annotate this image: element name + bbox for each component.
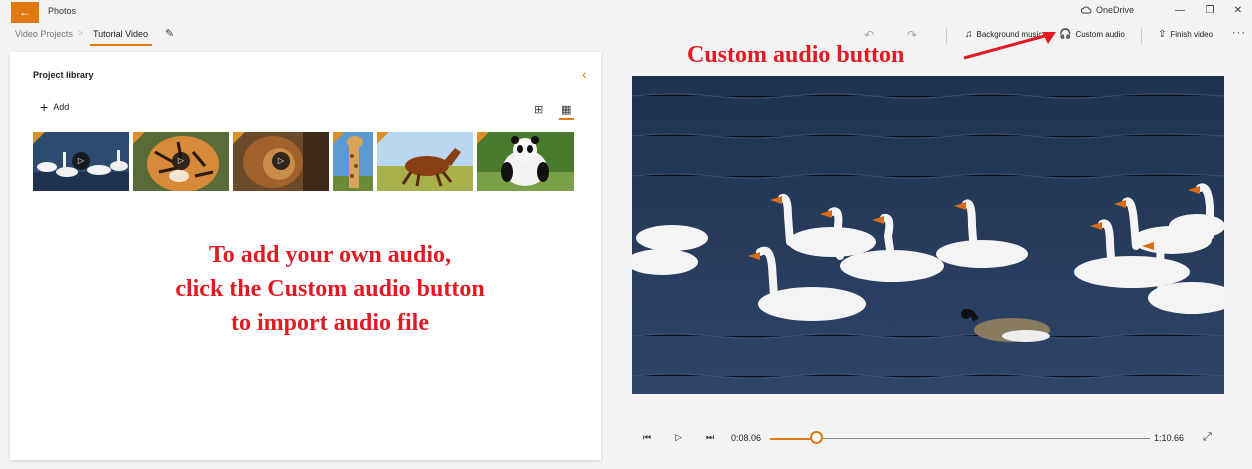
skip-back-icon[interactable]: ⏮ — [643, 432, 651, 443]
instruction-annotation: To add your own audio, click the Custom … — [130, 238, 530, 340]
horse-image — [377, 132, 473, 191]
current-time: 0:08.06 — [731, 433, 762, 443]
title-bar: ← Photos OneDrive — ❐ ✕ — [0, 0, 1252, 24]
share-export-icon: ⇪ — [1158, 29, 1167, 40]
project-library-title: Project library — [33, 70, 94, 80]
skip-forward-icon[interactable]: ⏭ — [706, 432, 714, 443]
seek-bar-thumb[interactable] — [810, 431, 823, 444]
project-library-panel: Project library ‹ + Add ⊞ ▦ ▷ ▷ ▷ To add… — [10, 52, 601, 460]
cloud-icon — [1080, 6, 1092, 14]
video-corner-marker — [133, 132, 145, 144]
rename-pencil-icon[interactable]: ✎ — [165, 27, 174, 40]
custom-audio-label: Custom audio — [1075, 30, 1125, 39]
instruction-line: to import audio file — [231, 310, 429, 336]
video-corner-marker — [33, 132, 45, 144]
thumbnail-swans-video[interactable]: ▷ — [33, 132, 129, 191]
play-button-icon[interactable]: ▷ — [675, 432, 682, 443]
close-icon[interactable]: ✕ — [1230, 5, 1246, 16]
thumbnail-giraffe-photo[interactable] — [333, 132, 373, 191]
add-media-button[interactable]: + Add — [40, 99, 70, 115]
thumbnail-panda-photo[interactable] — [477, 132, 574, 191]
video-corner-marker — [233, 132, 245, 144]
small-grid-view-icon[interactable]: ▦ — [561, 103, 571, 116]
toolbar-divider — [1141, 28, 1142, 44]
view-selected-indicator — [559, 118, 574, 120]
play-icon: ▷ — [72, 152, 90, 170]
breadcrumb-separator: > — [78, 28, 84, 38]
total-time: 1:10.66 — [1154, 433, 1185, 443]
video-preview[interactable] — [632, 76, 1224, 394]
app-title: Photos — [48, 6, 77, 16]
add-label: Add — [53, 102, 70, 112]
play-icon: ▷ — [172, 152, 190, 170]
photo-corner-marker — [333, 132, 345, 144]
more-options-icon[interactable]: ··· — [1232, 27, 1246, 39]
breadcrumb-video-projects[interactable]: Video Projects — [15, 29, 73, 39]
fullscreen-icon[interactable]: ⤢ — [1203, 431, 1212, 444]
collapse-panel-icon[interactable]: ‹ — [582, 66, 587, 82]
onedrive-label: OneDrive — [1096, 5, 1135, 15]
play-icon: ▷ — [272, 152, 290, 170]
swans-preview-image — [632, 76, 1224, 394]
minimize-icon[interactable]: — — [1172, 5, 1188, 16]
seek-bar-remaining[interactable] — [818, 438, 1150, 439]
breadcrumb-underline — [90, 44, 152, 46]
finish-video-button[interactable]: ⇪ Finish video — [1158, 29, 1213, 40]
thumbnail-horse-photo[interactable] — [377, 132, 473, 191]
callout-arrow-icon — [963, 32, 1056, 60]
toolbar-divider — [946, 28, 947, 44]
finish-video-label: Finish video — [1170, 30, 1214, 39]
redo-icon[interactable]: ↷ — [907, 28, 917, 42]
panda-image — [477, 132, 574, 191]
instruction-line: click the Custom audio button — [175, 276, 485, 302]
onedrive-button[interactable]: OneDrive — [1080, 5, 1134, 15]
callout-annotation: Custom audio button — [687, 42, 905, 68]
maximize-icon[interactable]: ❐ — [1202, 5, 1218, 16]
thumbnail-lion-video[interactable]: ▷ — [233, 132, 329, 191]
breadcrumb-current-project: Tutorial Video — [93, 29, 149, 39]
back-arrow-icon: ← — [19, 5, 31, 19]
thumbnail-tiger-video[interactable]: ▷ — [133, 132, 229, 191]
photo-corner-marker — [477, 132, 489, 144]
undo-icon[interactable]: ↶ — [864, 28, 874, 42]
large-grid-view-icon[interactable]: ⊞ — [534, 103, 543, 116]
back-button[interactable]: ← — [11, 2, 39, 23]
instruction-line: To add your own audio, — [208, 242, 452, 268]
photo-corner-marker — [377, 132, 389, 144]
plus-icon: + — [40, 99, 49, 115]
